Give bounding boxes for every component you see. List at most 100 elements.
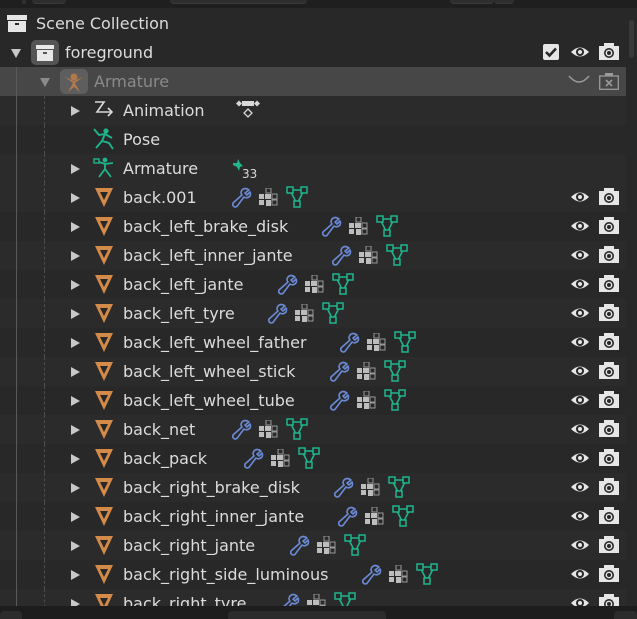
modifier-wrench-icon[interactable]: [288, 535, 310, 557]
modifier-wrench-icon[interactable]: [330, 245, 352, 267]
expand-caret[interactable]: [71, 193, 80, 203]
visibility-eye-icon[interactable]: [570, 304, 590, 322]
visibility-eye-icon[interactable]: [570, 507, 590, 525]
object-row[interactable]: back_left_wheel_father: [0, 328, 626, 357]
render-camera-icon[interactable]: [599, 390, 619, 408]
collection-row-foreground[interactable]: foreground: [0, 38, 626, 67]
header-search-field[interactable]: [170, 0, 307, 4]
render-camera-icon[interactable]: [599, 564, 619, 582]
visibility-eye-icon[interactable]: [570, 565, 590, 583]
modifier-wrench-icon[interactable]: [320, 216, 342, 238]
mesh-data-icon[interactable]: [344, 534, 366, 556]
render-camera-icon[interactable]: [599, 274, 619, 292]
object-row[interactable]: back_net: [0, 415, 626, 444]
expand-caret[interactable]: [71, 164, 80, 174]
mesh-data-icon[interactable]: [286, 418, 308, 440]
expand-caret[interactable]: [71, 338, 80, 348]
render-camera-icon[interactable]: [599, 419, 619, 437]
object-row[interactable]: back_pack: [0, 444, 626, 473]
vertex-groups-icon[interactable]: [348, 217, 368, 237]
vertex-groups-icon[interactable]: [364, 507, 384, 527]
exclude-checkbox-icon[interactable]: [543, 44, 559, 60]
vertex-groups-icon[interactable]: [294, 304, 314, 324]
visibility-eye-icon[interactable]: [570, 391, 590, 409]
expand-caret[interactable]: [71, 280, 80, 290]
collapse-caret[interactable]: [40, 78, 50, 87]
render-camera-icon[interactable]: [599, 477, 619, 495]
object-row-armature[interactable]: Armature: [0, 67, 626, 96]
mesh-data-icon[interactable]: [416, 563, 438, 585]
render-camera-icon[interactable]: [599, 42, 619, 60]
mesh-data-icon[interactable]: [392, 505, 414, 527]
visibility-eye-icon[interactable]: [570, 217, 590, 235]
bottom-tab[interactable]: [228, 611, 386, 619]
expand-caret[interactable]: [71, 454, 80, 464]
expand-caret[interactable]: [71, 570, 80, 580]
render-camera-icon[interactable]: [599, 506, 619, 524]
render-disabled-icon[interactable]: [599, 72, 619, 90]
expand-caret[interactable]: [71, 367, 80, 377]
child-row-pose[interactable]: Pose: [0, 125, 626, 154]
bottom-tab[interactable]: [614, 611, 637, 619]
modifier-wrench-icon[interactable]: [336, 506, 358, 528]
object-row[interactable]: back_left_tyre: [0, 299, 626, 328]
child-row-armature-data[interactable]: Armature 33: [0, 154, 626, 183]
modifier-wrench-icon[interactable]: [328, 361, 350, 383]
expand-caret[interactable]: [71, 541, 80, 551]
render-camera-icon[interactable]: [599, 535, 619, 553]
modifier-wrench-icon[interactable]: [276, 274, 298, 296]
mesh-data-icon[interactable]: [298, 447, 320, 469]
bottom-tab[interactable]: [0, 611, 22, 619]
render-camera-icon[interactable]: [599, 216, 619, 234]
mesh-data-icon[interactable]: [394, 331, 416, 353]
modifier-wrench-icon[interactable]: [360, 564, 382, 586]
expand-caret[interactable]: [71, 106, 80, 116]
vertex-groups-icon[interactable]: [304, 275, 324, 295]
expand-caret[interactable]: [71, 425, 80, 435]
object-row[interactable]: back_right_inner_jante: [0, 502, 626, 531]
mesh-data-icon[interactable]: [322, 302, 344, 324]
selectable-toggle-icon[interactable]: [568, 74, 590, 86]
scene-collection-row[interactable]: Scene Collection: [0, 9, 626, 38]
outliner-scrollbar[interactable]: [629, 20, 634, 58]
expand-caret[interactable]: [71, 512, 80, 522]
visibility-eye-icon[interactable]: [570, 478, 590, 496]
modifier-wrench-icon[interactable]: [328, 390, 350, 412]
object-row[interactable]: back.001: [0, 183, 626, 212]
mesh-data-icon[interactable]: [332, 273, 354, 295]
render-camera-icon[interactable]: [599, 448, 619, 466]
vertex-groups-icon[interactable]: [358, 246, 378, 266]
vertex-groups-icon[interactable]: [388, 565, 408, 585]
vertex-groups-icon[interactable]: [258, 188, 278, 208]
object-row[interactable]: back_right_side_luminous: [0, 560, 626, 589]
modifier-wrench-icon[interactable]: [332, 477, 354, 499]
object-row[interactable]: back_left_jante: [0, 270, 626, 299]
expand-caret[interactable]: [71, 222, 80, 232]
modifier-wrench-icon[interactable]: [266, 303, 288, 325]
object-row[interactable]: back_left_brake_disk: [0, 212, 626, 241]
modifier-wrench-icon[interactable]: [338, 332, 360, 354]
object-row[interactable]: back_right_brake_disk: [0, 473, 626, 502]
vertex-groups-icon[interactable]: [366, 333, 386, 353]
vertex-groups-icon[interactable]: [258, 420, 278, 440]
render-camera-icon[interactable]: [599, 361, 619, 379]
child-row-animation[interactable]: Animation: [0, 96, 626, 125]
visibility-eye-icon[interactable]: [570, 333, 590, 351]
vertex-groups-icon[interactable]: [360, 478, 380, 498]
visibility-eye-icon[interactable]: [570, 420, 590, 438]
visibility-eye-icon[interactable]: [570, 246, 590, 264]
render-camera-icon[interactable]: [599, 245, 619, 263]
render-camera-icon[interactable]: [599, 332, 619, 350]
visibility-eye-icon[interactable]: [570, 536, 590, 554]
visibility-eye-icon[interactable]: [570, 43, 590, 61]
mesh-data-icon[interactable]: [384, 360, 406, 382]
modifier-wrench-icon[interactable]: [230, 419, 252, 441]
modifier-wrench-icon[interactable]: [230, 187, 252, 209]
modifier-wrench-icon[interactable]: [242, 448, 264, 470]
render-camera-icon[interactable]: [599, 303, 619, 321]
expand-caret[interactable]: [71, 309, 80, 319]
visibility-eye-icon[interactable]: [570, 188, 590, 206]
visibility-eye-icon[interactable]: [570, 362, 590, 380]
render-camera-icon[interactable]: [599, 187, 619, 205]
object-row[interactable]: back_right_jante: [0, 531, 626, 560]
